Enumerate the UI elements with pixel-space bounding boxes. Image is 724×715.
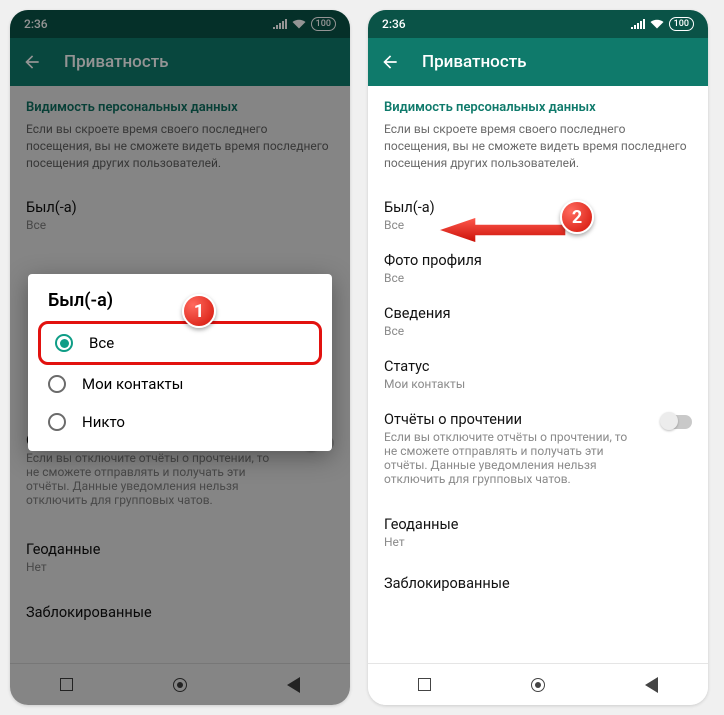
appbar: Приватность <box>368 38 708 86</box>
setting-blocked[interactable]: Заблокированные <box>384 565 692 602</box>
setting-value: Мои контакты <box>384 377 692 391</box>
setting-title: Был(-а) <box>384 199 692 216</box>
setting-value: Нет <box>384 535 692 549</box>
setting-value: Все <box>384 324 692 338</box>
status-icons: 100 <box>631 17 694 31</box>
radio-option-nobody[interactable]: Никто <box>34 403 326 441</box>
setting-title: Сведения <box>384 305 692 322</box>
section-heading: Видимость персональных данных <box>384 100 692 115</box>
settings-content: Видимость персональных данных Если вы ск… <box>368 86 708 663</box>
setting-read-receipts[interactable]: Отчёты о прочтении Если вы отключите отч… <box>384 401 692 496</box>
setting-title: Заблокированные <box>384 575 692 592</box>
wifi-icon <box>650 19 664 29</box>
phone-screenshot-left: 2:36 100 Приватность Видимость персональ… <box>10 10 350 705</box>
annotation-highlight: Все <box>38 321 322 365</box>
radio-icon <box>55 334 73 352</box>
appbar-title: Приватность <box>422 52 527 72</box>
setting-status[interactable]: Статус Мои контакты <box>384 348 692 401</box>
nav-back-icon[interactable] <box>645 677 658 693</box>
back-icon[interactable] <box>380 52 400 72</box>
radio-label: Мои контакты <box>82 375 183 393</box>
last-seen-dialog: Был(-а) Все Мои контакты Никто <box>28 274 332 451</box>
nav-home-icon[interactable] <box>531 678 545 692</box>
setting-value: Все <box>384 271 692 285</box>
radio-label: Все <box>89 334 114 352</box>
android-navbar <box>368 663 708 705</box>
nav-recents-icon[interactable] <box>418 678 431 691</box>
setting-about[interactable]: Сведения Все <box>384 295 692 348</box>
toggle-switch[interactable] <box>662 415 692 429</box>
step-badge-2: 2 <box>560 200 594 234</box>
statusbar: 2:36 100 <box>368 10 708 38</box>
setting-title: Фото профиля <box>384 252 692 269</box>
radio-option-contacts[interactable]: Мои контакты <box>34 365 326 403</box>
setting-location[interactable]: Геоданные Нет <box>384 506 692 559</box>
radio-icon <box>48 375 66 393</box>
radio-icon <box>48 413 66 431</box>
signal-icon <box>631 19 645 29</box>
phone-screenshot-right: 2:36 100 Приватность Видимость персональ… <box>368 10 708 705</box>
dialog-title: Был(-а) <box>34 290 326 321</box>
radio-label: Никто <box>82 413 125 431</box>
setting-desc: Если вы отключите отчёты о прочтении, то… <box>384 430 634 486</box>
status-time: 2:36 <box>382 17 406 31</box>
step-badge-1: 1 <box>182 294 216 328</box>
section-desc: Если вы скроете время своего последнего … <box>384 121 692 171</box>
battery-icon: 100 <box>669 17 694 31</box>
radio-option-all[interactable]: Все <box>41 324 319 362</box>
setting-profile-photo[interactable]: Фото профиля Все <box>384 242 692 295</box>
setting-title: Отчёты о прочтении <box>384 411 692 428</box>
annotation-arrow-icon <box>436 216 566 244</box>
setting-title: Статус <box>384 358 692 375</box>
setting-title: Геоданные <box>384 516 692 533</box>
